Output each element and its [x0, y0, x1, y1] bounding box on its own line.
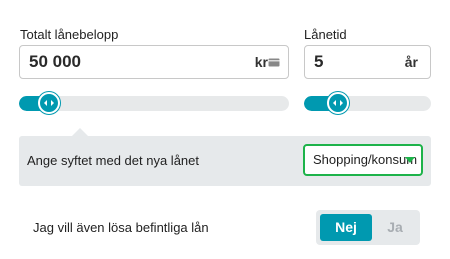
arrows-left-right-icon — [333, 100, 344, 106]
refinance-option-no[interactable]: Nej — [320, 214, 372, 241]
loan-term-field[interactable]: år — [304, 45, 431, 79]
purpose-panel-notch — [72, 128, 88, 136]
purpose-label: Ange syftet med det nya lånet — [27, 153, 199, 168]
chevron-down-icon — [405, 157, 415, 163]
arrows-left-right-icon — [43, 100, 54, 106]
loan-term-input[interactable] — [314, 46, 374, 78]
card-icon — [268, 58, 280, 67]
loan-term-unit: år — [404, 54, 418, 70]
loan-amount-slider-thumb[interactable] — [37, 92, 60, 114]
refinance-toggle: Nej Ja — [316, 210, 420, 245]
loan-term-slider[interactable] — [304, 96, 431, 111]
purpose-select[interactable]: Shopping/konsum — [303, 144, 423, 176]
loan-amount-field[interactable]: kr — [19, 45, 289, 79]
purpose-select-value: Shopping/konsum — [313, 152, 418, 167]
loan-amount-input[interactable] — [29, 46, 229, 78]
loan-amount-unit: kr — [254, 54, 268, 70]
loan-term-label: Lånetid — [304, 27, 347, 42]
loan-amount-label: Totalt lånebelopp — [20, 27, 119, 42]
refinance-label: Jag vill även lösa befintliga lån — [33, 220, 209, 235]
purpose-panel: Ange syftet med det nya lånet Shopping/k… — [19, 136, 431, 186]
refinance-option-yes[interactable]: Ja — [374, 214, 416, 241]
